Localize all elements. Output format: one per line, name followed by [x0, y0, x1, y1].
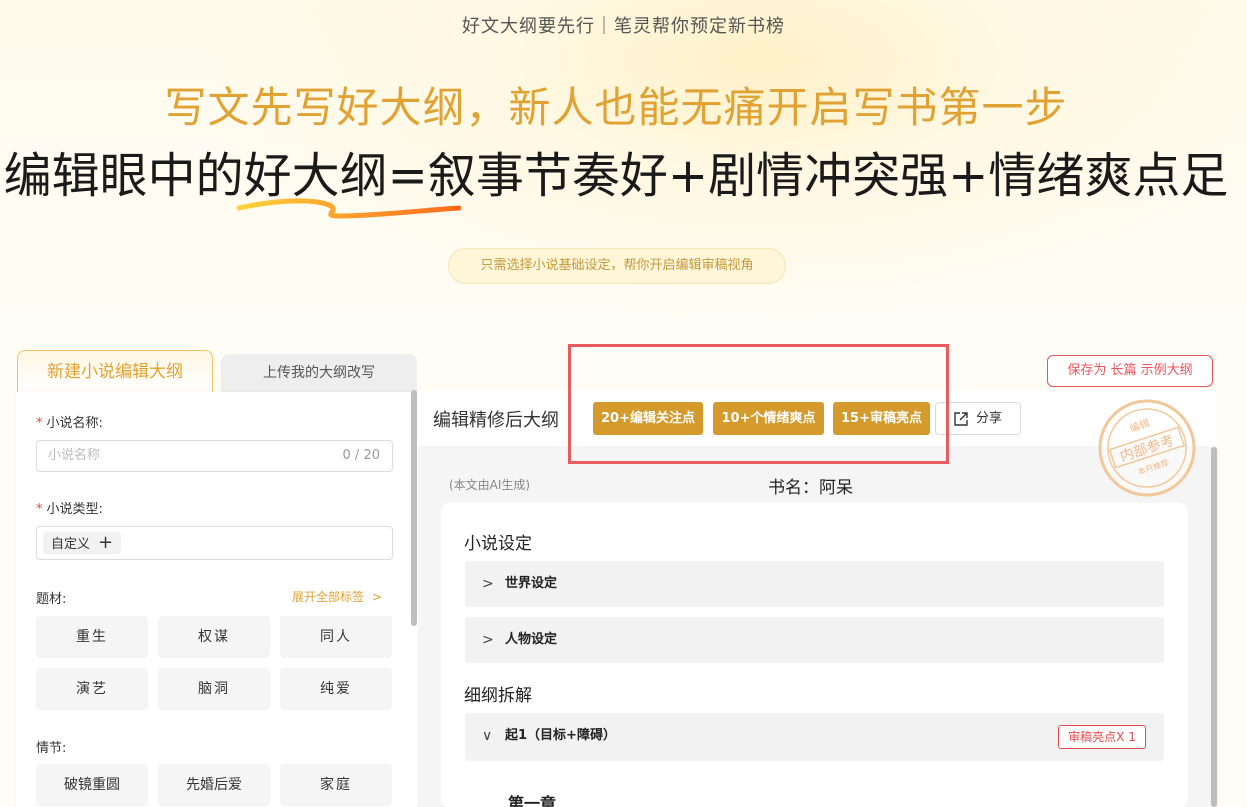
- plot-label: 情节:: [36, 741, 67, 756]
- novel-type-label: * 小说类型:: [36, 502, 103, 517]
- review-highlight-badge: 审稿亮点X 1: [1058, 725, 1146, 749]
- top-tagline: 好文大纲要先行｜笔灵帮你预定新书榜: [462, 16, 785, 37]
- section-title-outline: 细纲拆解: [464, 686, 532, 706]
- badge-editor-focus: 20+编辑关注点: [593, 402, 703, 435]
- headline-primary: 写文先写好大纲，新人也能无痛开启写书第一步: [164, 83, 1068, 132]
- hint-pill: 只需选择小说基础设定，帮你开启编辑审稿视角: [448, 248, 786, 284]
- novel-name-counter: 0 / 20: [342, 448, 380, 463]
- type-chip-custom[interactable]: 自定义 +: [43, 532, 122, 554]
- internal-reference-stamp: 编辑 内部参考 本月推荐: [1098, 399, 1196, 497]
- result-header-title: 编辑精修后大纲: [433, 410, 559, 431]
- plot-tag[interactable]: 破镜重圆: [36, 764, 148, 806]
- result-scrollbar[interactable]: [1211, 447, 1217, 807]
- plot-tag[interactable]: 先婚后爱: [158, 764, 270, 806]
- form-scrollbar[interactable]: [411, 390, 417, 626]
- novel-name-placeholder: 小说名称: [48, 448, 101, 463]
- save-example-outline-button[interactable]: 保存为 长篇 示例大纲: [1047, 355, 1213, 387]
- accordion-world-setting[interactable]: > 世界设定: [465, 561, 1164, 607]
- novel-name-label: * 小说名称:: [36, 416, 103, 431]
- badge-review-highlights: 15+审稿亮点: [833, 402, 930, 435]
- badge-emotion-points: 10+个情绪爽点: [713, 402, 824, 435]
- chevron-down-icon: ∨: [482, 728, 493, 744]
- share-icon: [954, 412, 968, 426]
- ai-generated-note: (本文由AI生成): [449, 478, 531, 492]
- theme-tag[interactable]: 重生: [36, 616, 148, 658]
- theme-tag[interactable]: 演艺: [36, 668, 148, 710]
- theme-label: 题材:: [36, 592, 67, 607]
- chevron-right-icon: >: [372, 590, 383, 604]
- novel-type-select[interactable]: 自定义 +: [36, 526, 393, 560]
- accordion-character-setting[interactable]: > 人物设定: [465, 617, 1164, 663]
- underline-swoosh-decoration: [236, 198, 462, 219]
- novel-name-input[interactable]: 小说名称 0 / 20: [36, 440, 393, 472]
- chevron-right-icon: >: [482, 576, 494, 592]
- chapter-title: 第一章: [508, 794, 557, 807]
- headline-secondary: 编辑眼中的好大纲=叙事节奏好+剧情冲突强+情绪爽点足: [3, 148, 1229, 204]
- theme-tag[interactable]: 纯爱: [280, 668, 392, 710]
- plus-icon[interactable]: +: [98, 532, 113, 553]
- share-button[interactable]: 分享: [935, 402, 1021, 435]
- tab-upload-outline[interactable]: 上传我的大纲改写: [221, 354, 417, 392]
- plot-tag[interactable]: 家庭: [280, 764, 392, 806]
- book-name: 书名：阿呆: [768, 478, 853, 498]
- tab-new-outline[interactable]: 新建小说编辑大纲: [17, 350, 213, 393]
- chevron-right-icon: >: [482, 632, 494, 648]
- theme-tag[interactable]: 同人: [280, 616, 392, 658]
- section-title-settings: 小说设定: [464, 534, 532, 554]
- theme-tag[interactable]: 脑洞: [158, 668, 270, 710]
- expand-all-tags-link[interactable]: 展开全部标签 >: [292, 588, 382, 605]
- theme-tag[interactable]: 权谋: [158, 616, 270, 658]
